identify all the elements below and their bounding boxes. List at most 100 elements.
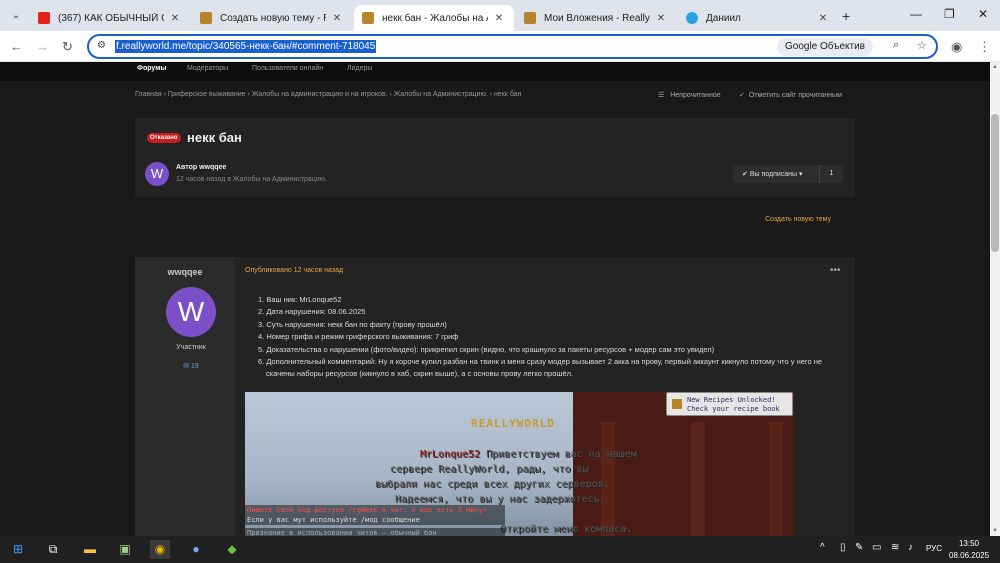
- clock-date: 08.06.2025: [949, 551, 990, 560]
- topic-author[interactable]: Автор wwqqee: [176, 164, 226, 171]
- browser-tab[interactable]: (367) КАК ОБЫЧНЫЙ СКЕЛ ✕: [30, 5, 190, 31]
- close-icon[interactable]: ✕: [330, 13, 344, 24]
- site-info-icon[interactable]: ⚙: [97, 40, 106, 51]
- chat-line: Если у вас мут используйте /мод сообщени…: [245, 515, 505, 525]
- language-indicator[interactable]: РУС: [926, 544, 942, 553]
- post-body: 1. Ваш ник: MrLonque52 2. Дата нарушения…: [258, 294, 848, 381]
- tab-search-icon[interactable]: ⌄: [8, 8, 24, 24]
- forum-nav: Форумы Модераторы Пользователи онлайн Ли…: [0, 62, 990, 81]
- page-scrollbar[interactable]: ▲ ▼: [990, 62, 1000, 536]
- pen-icon[interactable]: ✎: [855, 542, 863, 553]
- close-window-icon[interactable]: ✕: [978, 7, 988, 21]
- tray-chevron-icon[interactable]: ^: [820, 542, 825, 553]
- nav-leaders[interactable]: Лидеры: [347, 65, 372, 72]
- google-lens-button[interactable]: Google Объектив: [777, 38, 873, 56]
- unread-link[interactable]: ☰ Непрочитанное: [658, 91, 721, 99]
- tab-title: некк бан - Жалобы на Адм: [382, 12, 488, 24]
- avatar[interactable]: W: [145, 162, 169, 186]
- chrome-icon[interactable]: ◉: [150, 540, 170, 559]
- browser-tab-strip: ⌄ (367) КАК ОБЫЧНЫЙ СКЕЛ ✕ Создать новую…: [0, 0, 1000, 31]
- clock[interactable]: 13:50 08.06.2025: [949, 538, 989, 562]
- back-icon[interactable]: ←: [10, 39, 23, 54]
- tab-title: Создать новую тему - Really: [220, 12, 326, 24]
- scroll-up-icon[interactable]: ▲: [990, 64, 1000, 70]
- profile-icon[interactable]: ◉: [951, 39, 962, 55]
- menu-icon[interactable]: ⋮: [978, 39, 991, 55]
- close-icon[interactable]: ✕: [168, 13, 182, 24]
- zoom-icon[interactable]: ⌕: [893, 39, 899, 52]
- breadcrumb[interactable]: Главная › Гриферское выживание › Жалобы …: [135, 91, 521, 98]
- minimize-icon[interactable]: —: [910, 7, 922, 21]
- follow-count: 1: [819, 165, 843, 183]
- chat-line: Пишите свой ход доступа /rgWeek в чат. У…: [245, 505, 505, 515]
- list-item: 3. Суть нарушения: некк бан по факту (пр…: [258, 319, 447, 329]
- wifi-icon[interactable]: ≋: [891, 542, 899, 553]
- status-badge: Отказано: [147, 133, 181, 143]
- clock-time: 13:50: [958, 539, 980, 548]
- browser-tab[interactable]: Даниил ✕: [678, 5, 838, 31]
- recipe-toast: New Recipes Unlocked! Check your recipe …: [666, 392, 793, 416]
- tab-title: Даниил: [706, 12, 741, 24]
- close-icon[interactable]: ✕: [654, 13, 668, 24]
- reload-icon[interactable]: ↻: [62, 39, 73, 55]
- toast-title: New Recipes Unlocked!: [687, 396, 776, 404]
- welcome-line: выбрали нас среди всех других серверов.: [375, 479, 610, 490]
- browser-tab[interactable]: Мои Вложения - ReallyWor ✕: [516, 5, 676, 31]
- close-icon[interactable]: ✕: [492, 13, 506, 24]
- restore-icon[interactable]: ❐: [944, 7, 955, 21]
- minecraft-launcher-icon[interactable]: ◆: [222, 540, 242, 559]
- post-date[interactable]: Опубликовано 12 часов назад: [245, 267, 343, 274]
- follow-button[interactable]: ✔ Вы подписаны ▾ 1: [733, 165, 843, 183]
- browser-tab-active[interactable]: некк бан - Жалобы на Адм ✕: [354, 5, 514, 31]
- attached-screenshot[interactable]: New Recipes Unlocked! Check your recipe …: [245, 392, 794, 536]
- youtube-icon: [38, 12, 50, 24]
- volume-icon[interactable]: ♪: [908, 542, 913, 553]
- create-topic-link[interactable]: Создать новую тему: [765, 216, 831, 223]
- battery-icon[interactable]: ▭: [872, 542, 881, 553]
- topic-meta: 12 часов назад в Жалобы на Администрацию…: [176, 176, 327, 183]
- forward-icon[interactable]: →: [36, 39, 49, 54]
- nav-online-users[interactable]: Пользователи онлайн: [252, 65, 323, 72]
- telegram-icon: [686, 12, 698, 24]
- welcome-name: MrLonque52: [420, 449, 481, 460]
- more-icon[interactable]: •••: [830, 265, 841, 276]
- page-title: некк бан: [187, 130, 242, 145]
- unread-label: Непрочитанное: [670, 92, 721, 99]
- messenger-icon[interactable]: ●: [186, 540, 206, 559]
- post-author-name[interactable]: wwqqee: [135, 267, 235, 277]
- scrollbar-thumb[interactable]: [991, 114, 999, 252]
- reallyworld-icon: [200, 12, 212, 24]
- nav-forums[interactable]: Форумы: [137, 65, 166, 72]
- post-count[interactable]: ✉ 19: [135, 362, 247, 370]
- windows-start-icon[interactable]: ⊞: [8, 540, 28, 559]
- microphone-icon[interactable]: ▯: [840, 542, 846, 553]
- app-icon[interactable]: ▣: [115, 540, 135, 559]
- follow-label-text: Вы подписаны ▾: [749, 171, 803, 178]
- mark-read-link[interactable]: ✓ Отметить сайт прочитанным: [739, 91, 842, 99]
- task-view-icon[interactable]: ⧉: [43, 540, 63, 559]
- check-icon: ✔: [742, 171, 748, 178]
- scroll-down-icon[interactable]: ▼: [990, 528, 1000, 534]
- new-tab-button[interactable]: +: [842, 8, 850, 24]
- toast-subtitle: Check your recipe book: [687, 405, 780, 413]
- file-explorer-icon[interactable]: ▬: [80, 540, 100, 559]
- topic-header: Отказано некк бан W Автор wwqqee 12 часо…: [135, 118, 855, 197]
- forum-page: Форумы Модераторы Пользователи онлайн Ли…: [0, 62, 990, 536]
- list-item: 5. Доказательства о нарушении (фото/виде…: [258, 344, 715, 354]
- omnibox[interactable]: ⚙ f.reallyworld.me/topic/340565-некк-бан…: [87, 34, 938, 59]
- url-text[interactable]: f.reallyworld.me/topic/340565-некк-бан/#…: [115, 40, 377, 53]
- bookmark-star-icon[interactable]: ☆: [917, 39, 927, 52]
- close-icon[interactable]: ✕: [816, 13, 830, 24]
- browser-tab[interactable]: Создать новую тему - Really ✕: [192, 5, 352, 31]
- tab-title: Мои Вложения - ReallyWor: [544, 12, 650, 24]
- list-icon: ☰: [658, 92, 665, 99]
- nav-moderators[interactable]: Модераторы: [187, 65, 228, 72]
- list-item: 2. Дата нарушения: 08.06.2025: [258, 307, 366, 317]
- list-item: 1. Ваш ник: MrLonque52: [258, 295, 342, 304]
- avatar[interactable]: W: [166, 287, 216, 337]
- forum-post: wwqqee W Участник ✉ 19 Опубликовано 12 ч…: [135, 257, 855, 536]
- welcome-line: Откройте меню компаса.: [500, 524, 633, 535]
- server-logo: REALLYWORLD: [471, 417, 555, 430]
- check-icon: ✓: [739, 92, 745, 99]
- reallyworld-icon: [362, 12, 374, 24]
